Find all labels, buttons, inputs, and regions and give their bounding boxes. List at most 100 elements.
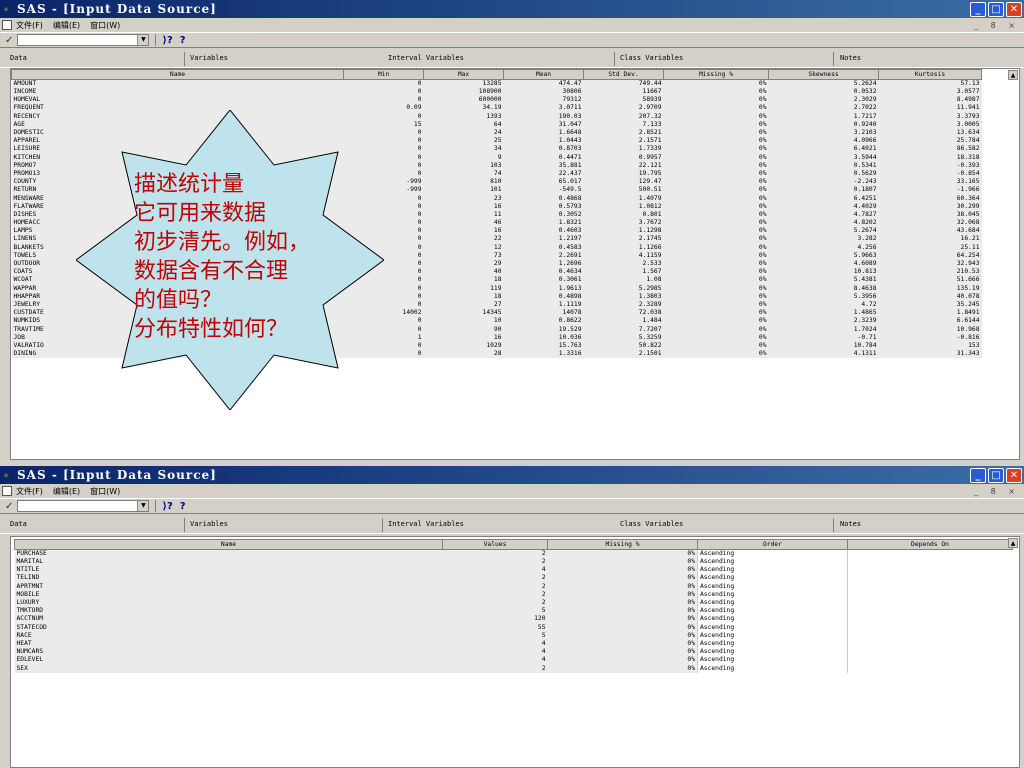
col-header-kurtosis[interactable]: Kurtosis	[878, 69, 982, 80]
tab-variables[interactable]: Variables	[190, 520, 228, 528]
table-cell[interactable]: 74	[423, 169, 504, 179]
table-cell[interactable]: 1029	[423, 341, 504, 350]
table-cell[interactable]: 0%	[663, 317, 769, 326]
table-cell[interactable]: 0%	[547, 566, 698, 575]
table-cell[interactable]	[847, 558, 1013, 567]
table-cell[interactable]: 24	[423, 128, 504, 138]
col-header-missing[interactable]: Missing %	[547, 539, 698, 550]
table-cell[interactable]: Ascending	[697, 607, 848, 616]
table-cell[interactable]: 0%	[547, 590, 698, 599]
table-cell[interactable]: 0%	[663, 194, 769, 203]
table-cell[interactable]: 13.634	[878, 128, 982, 138]
table-cell[interactable]: 500.51	[583, 186, 664, 195]
table-cell[interactable]: 1.0443	[503, 137, 584, 146]
table-cell[interactable]	[847, 639, 1013, 649]
table-cell[interactable]: 0%	[663, 128, 769, 138]
whats-this-icon[interactable]: ⟩?	[162, 501, 172, 512]
table-cell[interactable]: -1.966	[878, 186, 982, 195]
table-cell[interactable]	[847, 574, 1013, 583]
table-cell[interactable]: 64.254	[878, 251, 982, 260]
table-cell[interactable]	[847, 623, 1013, 632]
table-cell[interactable]: 58939	[583, 96, 664, 105]
mdi-window-controls[interactable]: _ 8 ×	[974, 21, 1020, 30]
tab-class-variables[interactable]: Class Variables	[620, 520, 683, 528]
table-cell[interactable]: 5.4381	[768, 276, 879, 285]
table-cell[interactable]: 0%	[663, 120, 769, 129]
table-cell[interactable]: 0%	[663, 284, 769, 293]
table-cell[interactable]: 11667	[583, 88, 664, 97]
variable-name-cell[interactable]: STATECOD	[14, 623, 443, 632]
table-cell[interactable]: 1.7217	[768, 112, 879, 121]
table-cell[interactable]: 16	[423, 227, 504, 236]
table-cell[interactable]: 79312	[503, 96, 584, 105]
table-cell[interactable]: 2	[442, 549, 548, 558]
variable-name-cell[interactable]: NTITLE	[14, 566, 443, 575]
table-cell[interactable]: 0%	[663, 235, 769, 244]
table-cell[interactable]: 9	[423, 153, 504, 162]
table-cell[interactable]: 5	[442, 631, 548, 640]
table-cell[interactable]: 2	[442, 558, 548, 567]
table-cell[interactable]: 0	[343, 88, 424, 97]
table-cell[interactable]: 6.4021	[768, 145, 879, 154]
table-cell[interactable]: 0.4868	[503, 194, 584, 203]
table-cell[interactable]: 10	[423, 317, 504, 326]
table-cell[interactable]: 2.1745	[583, 235, 664, 244]
table-row[interactable]: NUMCARS 4 0% Ascending	[14, 648, 1013, 657]
table-cell[interactable]: 0%	[663, 169, 769, 179]
table-cell[interactable]: 1.8491	[878, 309, 982, 318]
table-cell[interactable]: 2.3289	[583, 300, 664, 310]
table-cell[interactable]: 1.2696	[503, 259, 584, 269]
table-cell[interactable]: 153	[878, 341, 982, 350]
minimize-button[interactable]: _	[970, 467, 986, 483]
table-cell[interactable]: 0%	[663, 251, 769, 260]
whats-this-icon[interactable]: ⟩?	[162, 35, 172, 46]
table-row[interactable]: SEX 2 0% Ascending	[14, 664, 1013, 673]
col-header-missing[interactable]: Missing %	[663, 69, 769, 80]
table-cell[interactable]: 1.2197	[503, 235, 584, 244]
dropdown-arrow-icon[interactable]: ▼	[137, 501, 149, 511]
table-cell[interactable]: 0%	[663, 259, 769, 269]
table-cell[interactable]: 5	[442, 607, 548, 616]
table-cell[interactable]	[847, 664, 1013, 673]
table-cell[interactable]: 0.9957	[583, 153, 664, 162]
table-cell[interactable]: 7.133	[583, 120, 664, 129]
table-cell[interactable]: 1.1119	[503, 300, 584, 310]
tab-data[interactable]: Data	[10, 520, 27, 528]
table-cell[interactable]: 90	[423, 325, 504, 334]
table-cell[interactable]: 0%	[547, 598, 698, 608]
table-cell[interactable]: 0.5341	[768, 161, 879, 170]
help-icon[interactable]: ?	[180, 501, 186, 512]
table-cell[interactable]: 5.2985	[583, 284, 664, 293]
table-cell[interactable]: 18	[423, 292, 504, 301]
table-cell[interactable]: 0.8622	[503, 317, 584, 326]
table-cell[interactable]: 27	[423, 300, 504, 310]
table-row[interactable]: PURCHASE 2 0% Ascending	[14, 549, 1013, 558]
table-cell[interactable]: 0%	[663, 300, 769, 310]
table-cell[interactable]: Ascending	[697, 590, 848, 599]
menu-file[interactable]: 文件(F)	[16, 486, 43, 497]
table-cell[interactable]: 0.1807	[768, 186, 879, 195]
variable-name-cell[interactable]: ACCTNUM	[14, 615, 443, 624]
col-header-values[interactable]: Values	[442, 539, 548, 550]
table-cell[interactable]: 19.529	[503, 325, 584, 334]
variable-name-cell[interactable]: APRTMNT	[14, 582, 443, 591]
table-cell[interactable]: 1.9613	[503, 284, 584, 293]
table-cell[interactable]: 0%	[547, 558, 698, 567]
table-cell[interactable]: 0%	[663, 341, 769, 350]
table-cell[interactable]: 2.7022	[768, 104, 879, 113]
table-cell[interactable]: 0.5793	[503, 202, 584, 211]
close-button[interactable]: ✕	[1006, 1, 1022, 17]
table-cell[interactable]: 51.666	[878, 276, 982, 285]
table-cell[interactable]: 16	[423, 333, 504, 342]
table-cell[interactable]: 474.47	[503, 79, 584, 88]
table-cell[interactable]: 35.881	[503, 161, 584, 170]
table-cell[interactable]: 4	[442, 566, 548, 575]
col-header-order[interactable]: Order	[697, 539, 848, 550]
table-cell[interactable]: 60.364	[878, 194, 982, 203]
table-row[interactable]: APRTMNT 2 0% Ascending	[14, 582, 1013, 591]
table-cell[interactable]: 0%	[663, 325, 769, 334]
maximize-button[interactable]: □	[988, 1, 1004, 17]
table-cell[interactable]: 40.078	[878, 292, 982, 301]
table-cell[interactable]: 0%	[663, 219, 769, 228]
table-cell[interactable]: 4.1159	[583, 251, 664, 260]
